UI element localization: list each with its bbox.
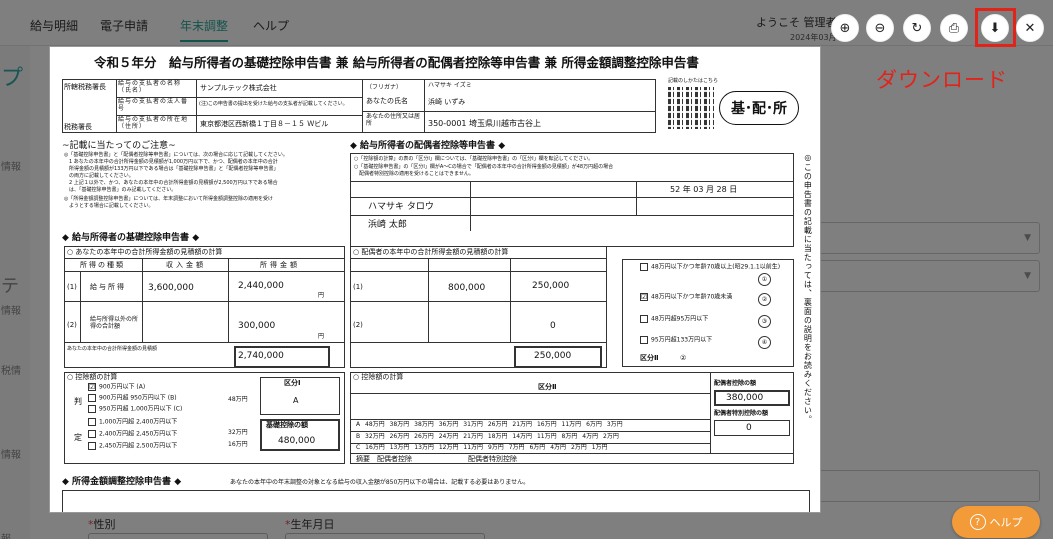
- spouse-special-label: 配偶者特別控除の額: [714, 410, 769, 417]
- salary-amount: 2,440,000: [238, 281, 284, 291]
- spouse-salary-amount: 250,000: [532, 281, 570, 291]
- note-line: ようとする場合に記載してください。: [64, 203, 154, 209]
- note-line: の両方に記載してください。: [64, 173, 134, 179]
- kubun2-value: ②: [680, 354, 687, 362]
- ded-row: 900万円以下: [99, 383, 135, 391]
- help-button[interactable]: ? ヘルプ: [952, 506, 1040, 538]
- corp-no-label: 給与の支払者の法人番号: [118, 98, 189, 112]
- deduction-calc-title: ○ 控除額の計算: [67, 373, 118, 381]
- basic-deduction-amount: 480,000: [278, 436, 316, 446]
- print-button[interactable]: ⎙: [940, 14, 968, 42]
- download-annotation: ダウンロード: [876, 68, 1008, 92]
- your-address: 350-0001 埼玉県川越市古谷上: [428, 119, 542, 128]
- your-name: 浜崎 いずみ: [428, 98, 466, 106]
- spouse-calc-title: ○ 配偶者の本年中の合計所得金額の見積額の計算: [353, 248, 509, 256]
- stamp-label: 基･配･所: [719, 91, 799, 125]
- spouse-ded-col: 区分Ⅱ: [538, 383, 557, 391]
- table-row-a: A 48万円 38万円 38万円 36万円 31万円 26万円 21万円 16万…: [356, 421, 623, 428]
- note-line: 所得金額の見積額が133万円以下である場合は「基礎控除申告書」と「配偶者控除等申…: [64, 166, 279, 172]
- table-row-c: C 16万円 13万円 13万円 12万円 11万円 9万円 7万円 6万円 4…: [356, 444, 608, 451]
- spouse-deduction-label: 配偶者控除の額: [714, 380, 757, 387]
- spouse-note: ○「基礎控除申告書」の「区分Ⅰ」欄がA～Cの場合で「配偶者の本年中の合計所得金額…: [354, 164, 614, 170]
- note-line: ◎「所得金額調整控除申告書」については、年末調整において所得金額調整控除の適用を…: [64, 196, 273, 202]
- summary-label: 摘要 配偶者控除 配偶者特別控除: [356, 455, 517, 463]
- col-income-type: 所得の種類: [80, 261, 125, 269]
- zoom-in-button[interactable]: ⊕: [831, 14, 859, 42]
- employer-name-label: 給与の支払者の名称（氏名）: [118, 80, 182, 94]
- ded-row: 950万円超 1,000万円以下: [99, 405, 172, 413]
- tax-office-label: 税務署長: [64, 123, 92, 131]
- spouse-birthdate: 52 年 03 月 28 日: [670, 185, 738, 194]
- document-preview: 令和５年分 給与所得者の基礎控除申告書 兼 給与所得者の配偶者控除等申告書 兼 …: [49, 46, 821, 513]
- note-line: は、「基礎控除申告書」のみ記載してください。: [64, 187, 177, 193]
- office-label: 所轄税務署長: [64, 83, 106, 91]
- qr-caption: 記載のしかたはこちら: [668, 78, 719, 84]
- ded-row: 900万円超 950万円以下: [99, 394, 166, 402]
- employer-address-label: 給与の支払者の所在地（住所）: [118, 116, 189, 130]
- income-adjustment-heading: ◆ 所得金額調整控除申告書 ◆: [62, 477, 182, 487]
- download-highlight: [975, 8, 1016, 47]
- income-calc-title: ○ あなたの本年中の合計所得金額の見積額の計算: [67, 248, 223, 256]
- spouse-furigana: ハマサキ タロウ: [368, 202, 434, 212]
- spouse-note: ○「控除額の計算」の表の「区分Ⅰ」欄については、「基礎控除申告書」の「区分Ⅰ」欄…: [354, 156, 594, 162]
- your-address-label: あなたの住所又は居所: [366, 113, 421, 127]
- kubun1-label: 区分Ⅰ: [284, 379, 301, 387]
- spouse-special-amount: 0: [746, 423, 752, 433]
- help-label: ヘルプ: [989, 516, 1023, 529]
- basic-deduction-label: 基礎控除の額: [266, 421, 308, 429]
- furigana-label: （フリガナ）: [366, 84, 403, 91]
- help-icon: ?: [969, 514, 986, 530]
- spouse-name: 浜崎 太郎: [368, 220, 407, 230]
- document-title: 令和５年分 給与所得者の基礎控除申告書 兼 給与所得者の配偶者控除等申告書 兼 …: [94, 55, 699, 70]
- total-amount: 2,740,000: [238, 351, 284, 361]
- row-other-label: 給与所得以外の所得の合計額: [90, 316, 139, 330]
- income-adjustment-note: あなたの本年中の年末調整の対象となる給与の収入金額が850万円以下の場合は、記載…: [230, 479, 530, 486]
- furigana-value: ハマサキ イズミ: [428, 82, 472, 89]
- ded-row: 2,450万円超 2,500万円以下: [99, 442, 178, 450]
- employer-name: サンプルテック株式会社: [200, 84, 277, 92]
- col-income-amount: 収入金額: [166, 261, 206, 269]
- col-income-total: 所得金額: [260, 261, 300, 269]
- judge-row: 48万円以下かつ年齢70歳以上(昭29.1.1以前生): [651, 263, 781, 271]
- salary-income: 3,600,000: [148, 283, 194, 293]
- ded-row: 2,400万円超 2,450万円以下: [99, 430, 178, 438]
- spouse-heading: ◆ 給与所得者の配偶者控除等申告書 ◆: [350, 141, 506, 151]
- judge-row: 48万円超95万円以下: [651, 315, 709, 323]
- judge-row: 95万円超133万円以下: [651, 336, 713, 344]
- spouse-deduction-amount: 380,000: [726, 393, 764, 403]
- side-instruction: ◎この申告書の記載に当たっては、裏面の説明をお読みください。: [803, 153, 813, 424]
- corp-no-note: (注)この申告書の提出を受けた給与の支払者が記載してください。: [199, 101, 348, 107]
- note-line: 2 上記１以外で、かつ、あなたの本年中の合計所得金額の見積額が2,500万円以下…: [64, 180, 278, 186]
- spouse-other-amount: 0: [550, 321, 556, 331]
- kubun2-label: 区分Ⅱ: [640, 354, 659, 362]
- zoom-out-button[interactable]: ⊖: [866, 14, 894, 42]
- total-label: あなたの本年中の合計所得金額の見積額: [67, 346, 158, 352]
- basic-deduction-heading: ◆ 給与所得者の基礎控除申告書 ◆: [62, 233, 200, 243]
- judge-row: 48万円以下かつ年齢70歳未満: [651, 293, 733, 301]
- kubun1-value: A: [293, 396, 299, 405]
- note-line: ◎「基礎控除申告書」と「配偶者控除等申告書」については、次の場合に応じて記載して…: [64, 152, 288, 158]
- row-salary-label: 給与所得: [90, 283, 126, 291]
- employer-address: 東京都港区西新橋１丁目８－１５ Ｗビル: [200, 120, 329, 128]
- notes-heading: ~記載に当たってのご注意~: [62, 141, 176, 151]
- your-name-label: あなたの氏名: [366, 97, 408, 105]
- spouse-deduction-title: ○ 控除額の計算: [353, 373, 404, 381]
- ded-row: 1,000万円超 2,400万円以下: [99, 418, 178, 426]
- rotate-button[interactable]: ↻: [903, 14, 931, 42]
- spouse-total-amount: 250,000: [534, 351, 572, 361]
- note-line: 1 あなたの本年中の合計所得金額の見積額が1,000万円以下で、かつ、配偶者の本…: [64, 159, 278, 165]
- other-amount: 300,000: [238, 321, 276, 331]
- close-button[interactable]: ✕: [1016, 14, 1044, 42]
- table-row-b: B 32万円 26万円 26万円 24万円 21万円 18万円 14万円 11万…: [356, 433, 619, 440]
- spouse-salary-income: 800,000: [448, 283, 486, 293]
- spouse-note: 配偶者特別控除の適用を受けることはできません。: [354, 171, 474, 177]
